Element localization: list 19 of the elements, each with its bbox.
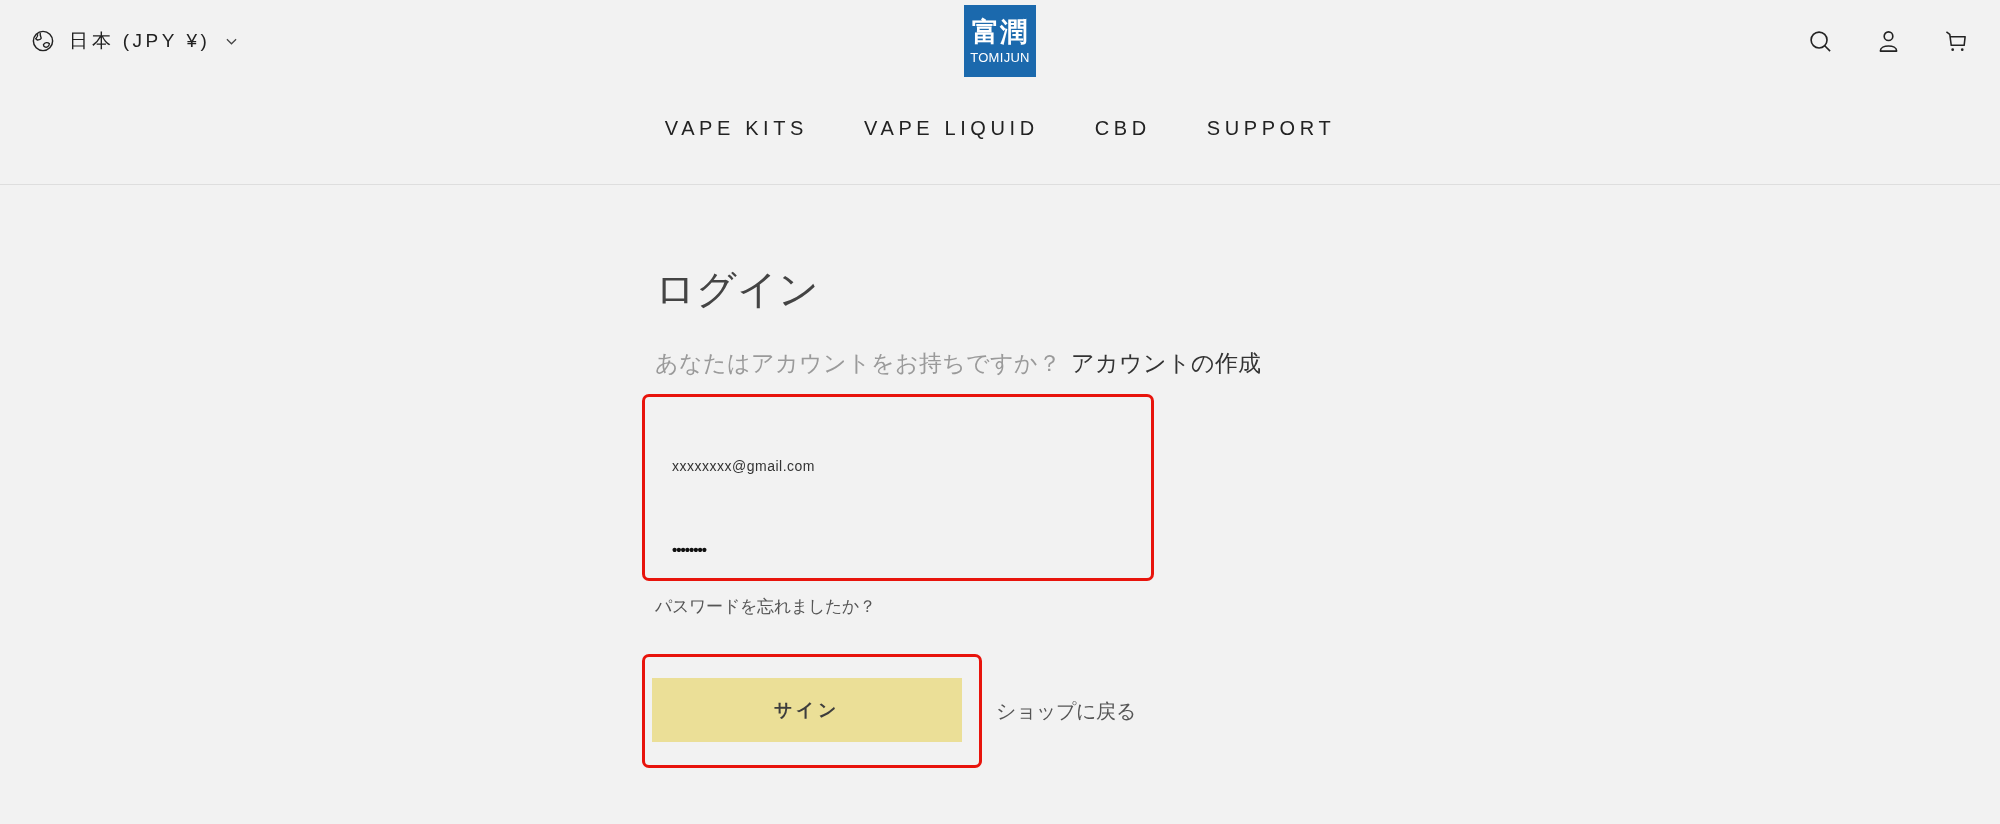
nav-link[interactable]: CBD: [1094, 114, 1151, 142]
nav-link[interactable]: VAPE KITS: [664, 114, 808, 142]
locale-selector[interactable]: 日本 (JPY ¥): [32, 28, 238, 54]
logo-wordmark: TOMIJUN: [970, 49, 1030, 66]
nav-link[interactable]: SUPPORT: [1206, 114, 1336, 142]
page-title: ログイン: [655, 266, 819, 313]
globe-icon: [32, 30, 54, 52]
forgot-password-link[interactable]: パスワードを忘れましたか？: [655, 595, 876, 619]
back-to-shop-link[interactable]: ショップに戻る: [996, 697, 1136, 725]
chevron-down-icon: [226, 37, 238, 45]
cart-icon[interactable]: [1945, 29, 1968, 53]
nav-link[interactable]: VAPE LIQUID: [864, 114, 1039, 142]
sign-in-button[interactable]: サイン: [652, 678, 962, 742]
create-account-link[interactable]: アカウントの作成: [1071, 347, 1261, 379]
logo[interactable]: 富潤 TOMIJUN: [964, 5, 1036, 77]
user-icon[interactable]: [1877, 29, 1900, 53]
account-prompt: あなたはアカウントをお持ちですか？: [655, 349, 1061, 378]
logo-kanji: 富潤: [972, 16, 1028, 47]
search-icon[interactable]: [1809, 29, 1832, 53]
